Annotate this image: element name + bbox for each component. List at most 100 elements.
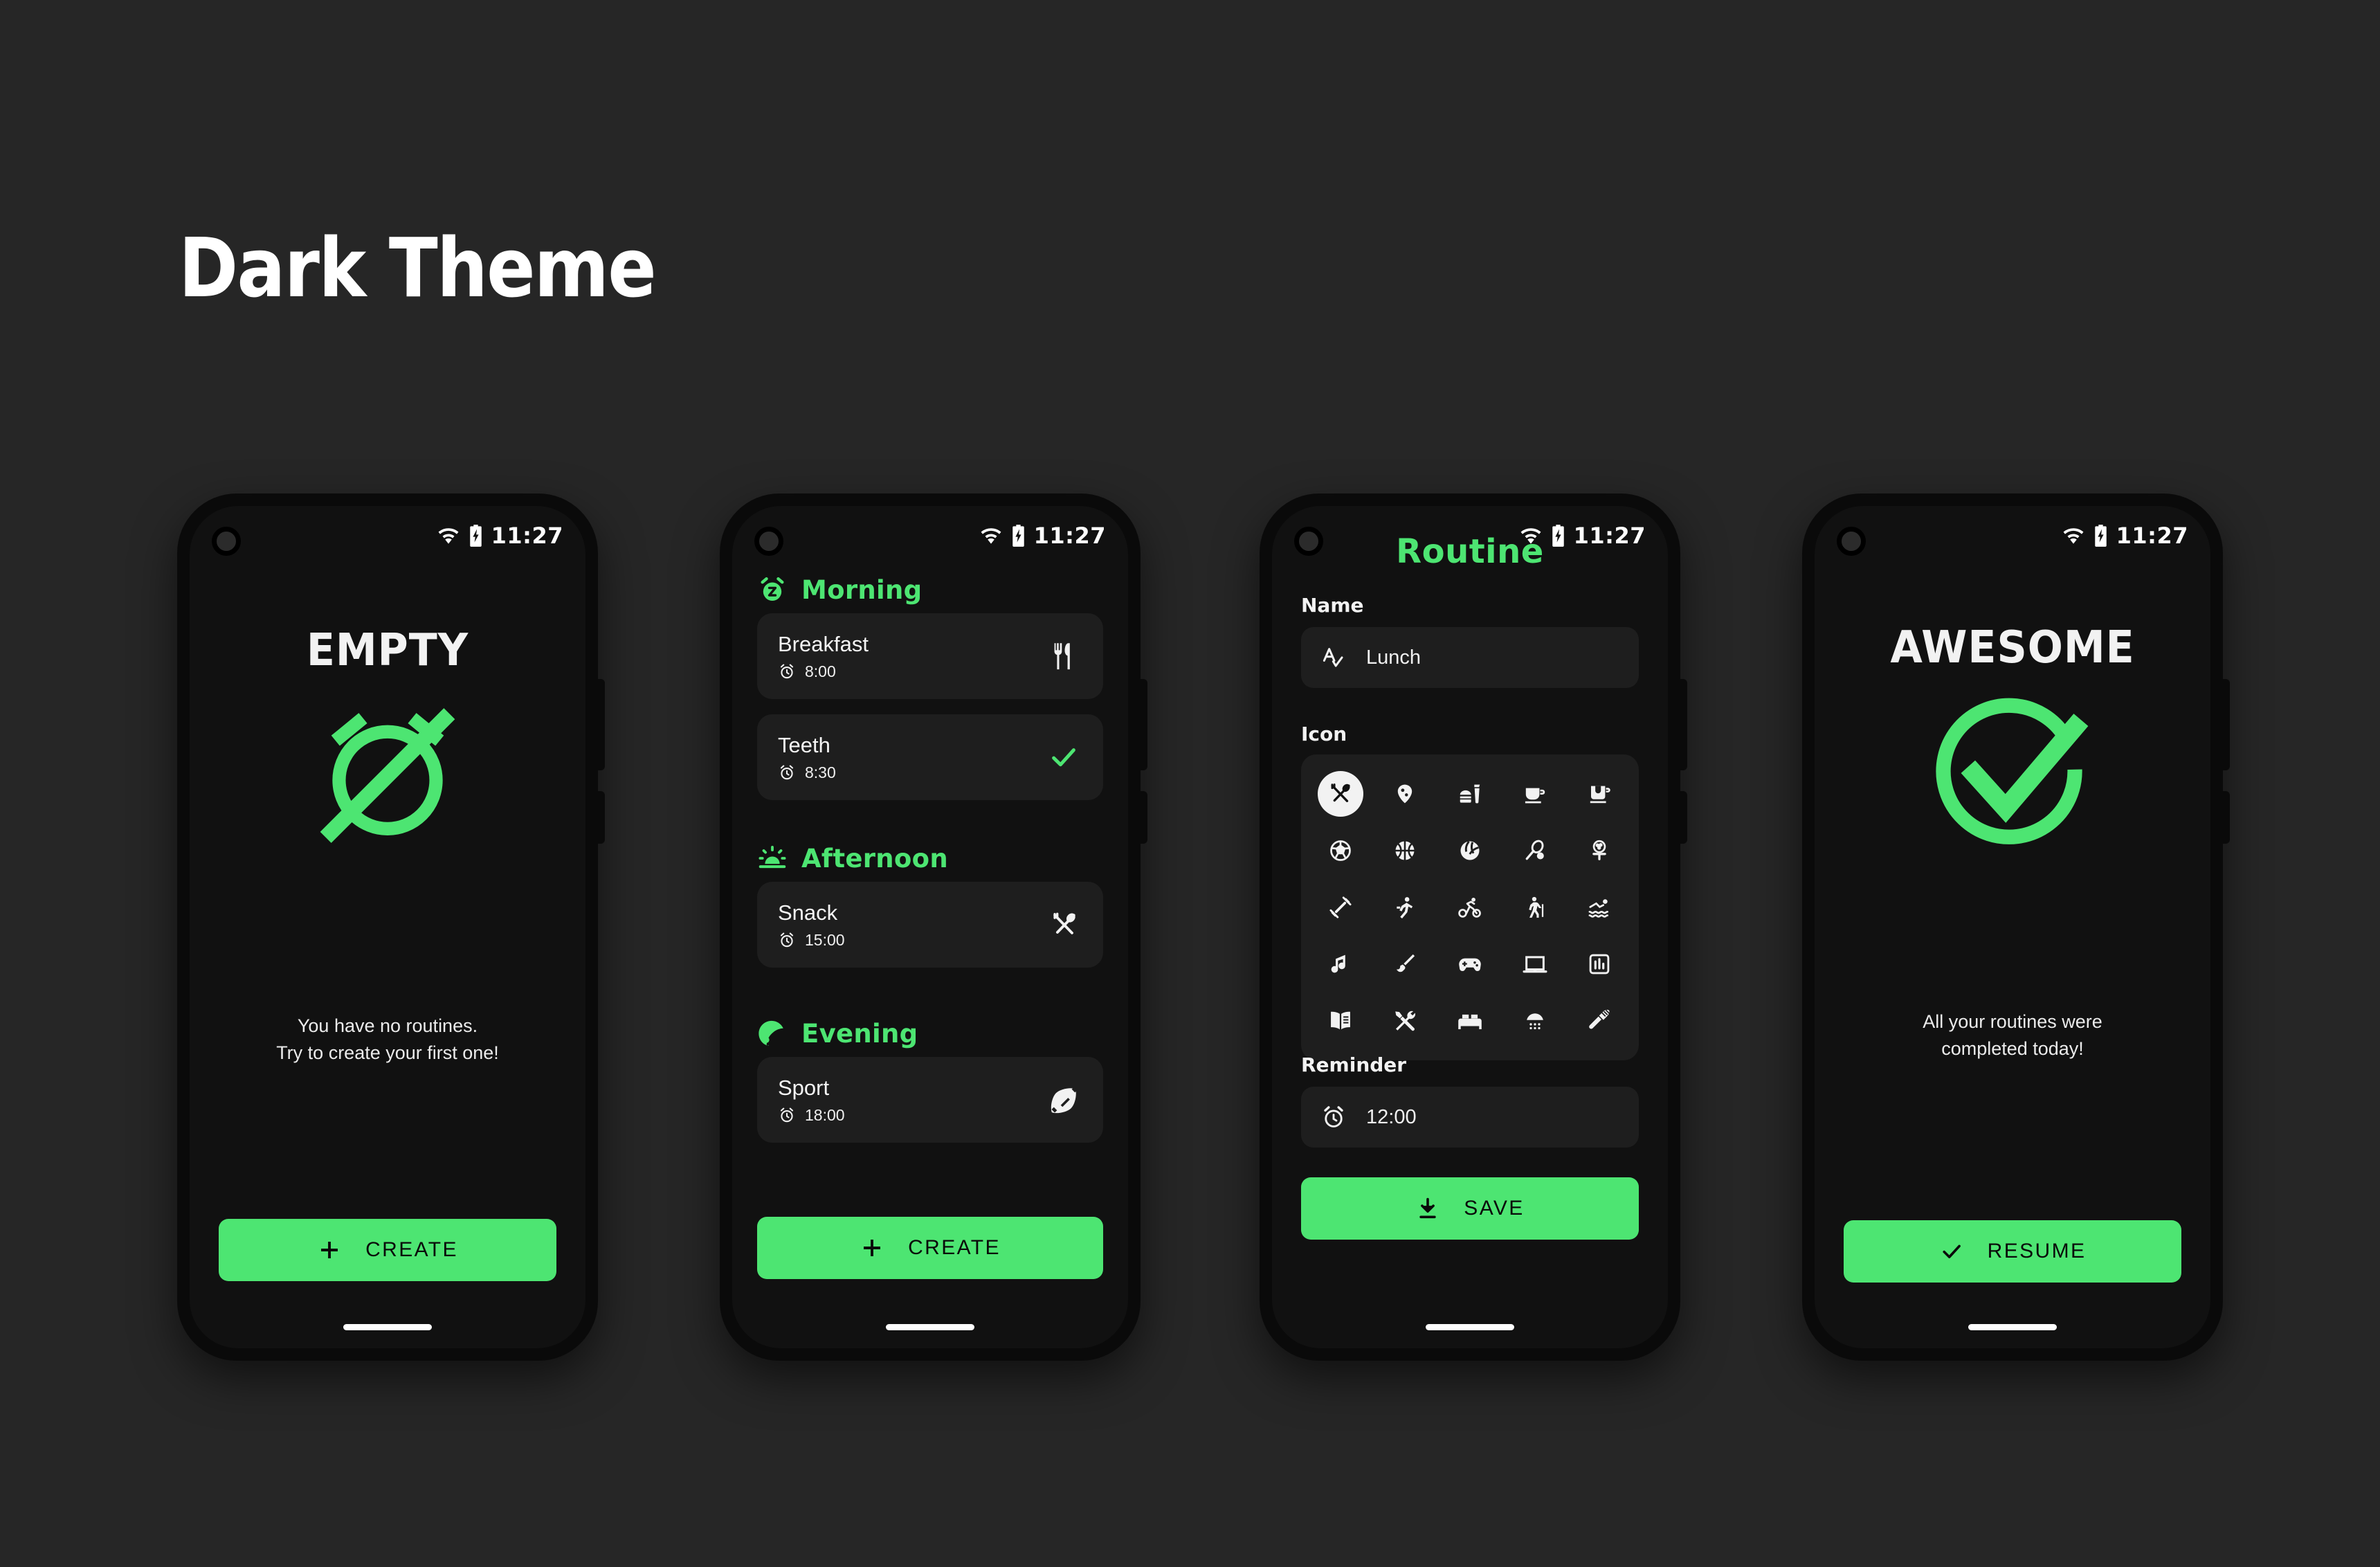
empty-headline: EMPTY <box>306 625 469 676</box>
check-icon <box>1052 748 1075 767</box>
icon-option-music-note[interactable] <box>1318 941 1363 987</box>
running-icon <box>1397 897 1413 919</box>
icon-option-volleyball[interactable] <box>1447 828 1493 873</box>
gamepad-icon <box>1459 958 1481 971</box>
phone-side-button-volume[interactable] <box>1139 679 1147 770</box>
alarm-clock-icon <box>780 765 794 780</box>
routine-card-texts: Snack 15:00 <box>778 900 1049 950</box>
icon-option-dumbbell[interactable] <box>1318 885 1363 930</box>
section-title: Afternoon <box>801 843 948 873</box>
volleyball-icon <box>1460 840 1480 860</box>
shower-icon <box>1526 1013 1543 1030</box>
phone-side-button-power[interactable] <box>2222 791 2230 844</box>
icon-option-golf-tee[interactable] <box>1577 828 1622 873</box>
done-message: All your routines were completed today! <box>1815 1008 2210 1062</box>
name-input[interactable]: Lunch <box>1301 627 1639 688</box>
routine-card-snack[interactable]: Snack 15:00 <box>757 882 1103 968</box>
section-header-afternoon: Afternoon <box>757 843 948 873</box>
home-indicator[interactable] <box>1426 1324 1514 1330</box>
toothbrush-icon <box>1589 1009 1610 1029</box>
icon-option-tennis-racket[interactable] <box>1512 828 1558 873</box>
routine-name: Sport <box>778 1075 830 1100</box>
icon-option-tools[interactable] <box>1382 998 1428 1044</box>
resume-button-label: RESUME <box>1987 1240 2087 1262</box>
check-circle-icon <box>1926 687 2099 860</box>
icon-option-tea-cup[interactable] <box>1577 771 1622 817</box>
phone-side-button-volume[interactable] <box>2222 679 2230 770</box>
open-book-icon <box>1330 1011 1350 1030</box>
all-done-body: AWESOME All your routines were completed… <box>1815 506 2210 1348</box>
icon-option-paint-brush[interactable] <box>1382 941 1428 987</box>
phone-empty: 11:27 EMPTY You have no routines. Try to… <box>177 493 605 1361</box>
icon-option-coffee-cup[interactable] <box>1512 771 1558 817</box>
routine-editor-body: Routine Name Lunch Icon Reminder 12:00 S… <box>1272 506 1668 1348</box>
routine-time: 8:00 <box>805 662 836 680</box>
canvas: Dark Theme 11:27 EMPTY You have no routi… <box>0 0 2380 1567</box>
routine-card-sport[interactable]: Sport 18:00 <box>757 1057 1103 1143</box>
empty-state-body: EMPTY You have no routines. Try to creat… <box>190 506 585 1348</box>
coffee-cup-icon <box>1525 788 1545 804</box>
section-header-evening: Evening <box>757 1018 918 1049</box>
routine-card-breakfast[interactable]: Breakfast 8:00 <box>757 613 1103 699</box>
paint-brush-icon <box>1397 954 1415 972</box>
phone-side-button-power[interactable] <box>1139 791 1147 844</box>
icon-option-swimming[interactable] <box>1577 885 1622 930</box>
phone-side-button-volume[interactable] <box>1679 679 1687 770</box>
icon-option-running[interactable] <box>1382 885 1428 930</box>
done-message-line2: completed today! <box>1941 1038 2084 1060</box>
done-headline: AWESOME <box>1890 622 2135 673</box>
icon-option-fork-spoon-crossed[interactable] <box>1317 771 1363 817</box>
routine-time-row: 8:00 <box>778 662 1048 681</box>
home-indicator[interactable] <box>886 1324 974 1330</box>
alarm-clock-icon <box>780 664 794 679</box>
phone-side-button-volume[interactable] <box>597 679 605 770</box>
icon-option-open-book[interactable] <box>1318 998 1363 1044</box>
save-button[interactable]: SAVE <box>1301 1177 1639 1240</box>
create-button[interactable]: CREATE <box>757 1217 1103 1279</box>
phone-form: 11:27 Routine Name Lunch Icon Reminder 1… <box>1260 493 1687 1361</box>
icon-option-soccer-ball[interactable] <box>1318 828 1363 873</box>
icon-option-cycling[interactable] <box>1447 885 1493 930</box>
pizza-icon <box>1398 784 1412 804</box>
football-icon <box>1051 1087 1078 1114</box>
golf-tee-icon <box>1592 840 1606 860</box>
routine-card-teeth[interactable]: Teeth 8:30 <box>757 714 1103 800</box>
resume-button[interactable]: RESUME <box>1844 1220 2181 1283</box>
basketball-icon <box>1395 841 1415 860</box>
phone-side-button-power[interactable] <box>1679 791 1687 844</box>
page-title: Dark Theme <box>179 220 657 316</box>
icon-option-gamepad[interactable] <box>1447 941 1493 987</box>
icon-option-shower[interactable] <box>1512 998 1558 1044</box>
empty-message-line1: You have no routines. <box>297 1015 478 1036</box>
chart-box-icon <box>1589 954 1610 975</box>
icon-option-toothbrush[interactable] <box>1577 998 1622 1044</box>
plus-icon <box>321 1242 338 1258</box>
fork-spoon-crossed-icon <box>1053 912 1075 934</box>
icon-option-hiking[interactable] <box>1512 885 1558 930</box>
phone-done: 11:27 AWESOME All your routines were com… <box>1802 493 2230 1361</box>
icon-picker-grid[interactable] <box>1301 754 1639 1060</box>
download-icon <box>1419 1197 1436 1219</box>
routine-card-texts: Teeth 8:30 <box>778 733 1048 782</box>
create-button[interactable]: CREATE <box>219 1219 556 1281</box>
alarm-off-icon <box>309 694 466 851</box>
icon-option-fast-food[interactable] <box>1447 771 1493 817</box>
icon-option-chart-box[interactable] <box>1577 941 1622 987</box>
create-button-label: CREATE <box>365 1238 458 1261</box>
icon-option-bed[interactable] <box>1447 998 1493 1044</box>
phone-side-button-power[interactable] <box>597 791 605 844</box>
done-message-line1: All your routines were <box>1923 1011 2102 1032</box>
icon-option-basketball[interactable] <box>1382 828 1428 873</box>
tennis-racket-icon <box>1525 840 1544 860</box>
home-indicator[interactable] <box>1968 1324 2057 1330</box>
swimming-icon <box>1588 899 1609 918</box>
check-icon <box>1943 1244 1961 1258</box>
icon-option-pizza[interactable] <box>1382 771 1428 817</box>
empty-message: You have no routines. Try to create your… <box>190 1013 585 1067</box>
alarm-clock-icon <box>1324 1106 1343 1127</box>
home-indicator[interactable] <box>343 1324 432 1330</box>
icon-option-laptop[interactable] <box>1512 941 1558 987</box>
routine-card-texts: Breakfast 8:00 <box>778 632 1048 681</box>
reminder-input[interactable]: 12:00 <box>1301 1087 1639 1148</box>
music-note-icon <box>1331 954 1345 973</box>
